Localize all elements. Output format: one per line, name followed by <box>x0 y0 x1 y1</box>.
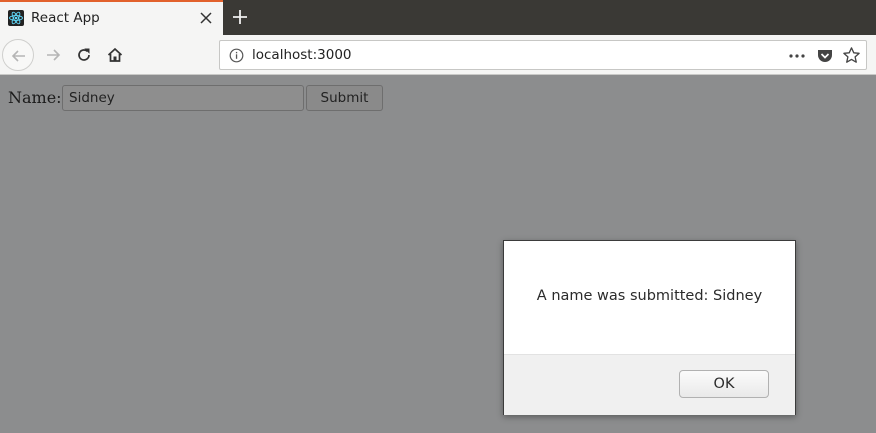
tab-title: React App <box>31 10 100 26</box>
url-bar[interactable]: localhost:3000 <box>219 40 867 70</box>
close-tab-icon[interactable] <box>199 11 213 25</box>
ok-button[interactable]: OK <box>679 370 769 398</box>
arrow-left-icon <box>11 50 25 62</box>
name-input[interactable]: Sidney <box>62 85 304 111</box>
tab-react-app[interactable]: React App <box>0 0 223 35</box>
arrow-right-icon <box>47 49 61 61</box>
forward-button[interactable] <box>37 39 69 71</box>
url-text[interactable]: localhost:3000 <box>252 47 352 63</box>
pocket-icon[interactable] <box>816 47 834 65</box>
alert-dialog: A name was submitted: Sidney OK <box>503 240 796 415</box>
reload-icon <box>78 48 90 61</box>
submit-button[interactable]: Submit <box>306 85 383 111</box>
alert-footer: OK <box>504 354 795 415</box>
home-button[interactable] <box>99 39 131 71</box>
back-button[interactable] <box>2 39 34 71</box>
name-label: Name: <box>8 88 62 107</box>
alert-message: A name was submitted: Sidney <box>536 288 763 304</box>
navigation-toolbar: localhost:3000 <box>0 35 876 75</box>
react-logo-icon <box>8 10 24 26</box>
new-tab-plus-icon[interactable] <box>231 8 249 26</box>
more-actions-icon[interactable] <box>788 48 806 64</box>
info-icon[interactable] <box>229 48 244 63</box>
home-icon <box>107 47 123 62</box>
reload-button[interactable] <box>68 39 100 71</box>
tab-strip: React App <box>0 0 876 35</box>
bookmark-star-icon[interactable] <box>842 46 861 65</box>
